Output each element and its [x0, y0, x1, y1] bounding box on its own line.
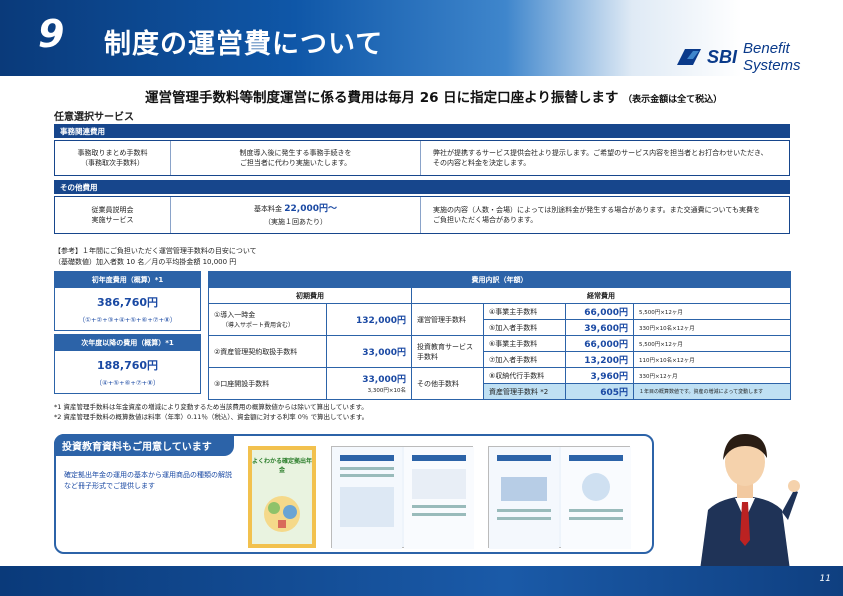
- seminar-service-name: 従業員説明会 実施サービス: [55, 197, 171, 233]
- promo-text: 確定拠出年金の運用の基本から運用商品の種類の解説など冊子形式でご提供します: [64, 471, 232, 491]
- recurring-item-calc: 330円×12ヶ月: [633, 367, 791, 384]
- recurring-item-value: 605円: [565, 383, 634, 400]
- recurring-item-calc: 330円×10名×12ヶ月: [633, 319, 791, 336]
- initial-item-name: ①導入一時金 （導入サポート費用含む）: [208, 303, 327, 336]
- footnote-2: *2 資産管理手数料の概算数値は料率（年率）0.11％（税込）、資金額に対する利…: [54, 413, 369, 422]
- cost-breakdown-table: 費用内訳（年額） 初期費用 経常費用 ①導入一時金 （導入サポート費用含む） 13…: [208, 271, 791, 400]
- booklet-spread-image-1: [331, 446, 474, 549]
- recurring-group-name: 投資教育サービス手数料: [411, 335, 484, 368]
- first-year-formula: （①+②+③+④+⑤+⑥+⑦+⑧）: [78, 316, 177, 324]
- booklet-cover-image: よくわかる確定拠出年金: [248, 446, 316, 548]
- first-year-summary: 初年度費用（概算）*1 386,760円 （①+②+③+④+⑤+⑥+⑦+⑧）: [54, 271, 201, 331]
- booklet-title: よくわかる確定拠出年金: [252, 458, 313, 474]
- recurring-group-name: その他手数料: [411, 367, 484, 400]
- office-service-desc: 制度導入後に発生する事務手続きを ご担当者に代わり実施いたします。: [171, 141, 421, 175]
- footer-band: [0, 566, 843, 596]
- initial-cost-head: 初期費用: [208, 287, 412, 304]
- recurring-item-calc: 5,500円×12ヶ月: [633, 303, 791, 320]
- recurring-item-label: ⑦加入者手数料: [483, 351, 566, 368]
- office-costs-bar: 事務関連費用: [54, 124, 790, 138]
- company-logo: SBI Benefit Systems: [675, 40, 843, 74]
- seminar-price-line: 基本料金 22,000円〜: [254, 203, 337, 217]
- next-year-value: 188,760円: [96, 359, 159, 372]
- seminar-note-line1: 実施の内容（人数・会場）によっては別途料金が発生する場合があります。また交通費に…: [433, 205, 761, 214]
- header-banner: 9 制度の運営費について SBI Benefit Systems: [0, 0, 843, 76]
- next-year-head: 次年度以降の費用（概算）*1: [55, 335, 200, 351]
- initial-item-label: ①導入一時金: [214, 311, 256, 319]
- section-number: 9: [38, 12, 65, 56]
- footnote-1: *1 資産管理手数料は年金資産の増減により変動するため当該費用の概算数値からは除…: [54, 403, 368, 411]
- reference-line1: 【参考】１年間にご負担いただく運営管理手数料の目安について: [54, 247, 257, 255]
- office-note-line2: その内容と料金を決定します。: [433, 159, 531, 167]
- recurring-item-value: 39,600円: [565, 319, 634, 336]
- recurring-cost-head: 経常費用: [411, 287, 791, 304]
- recurring-item-value: 13,200円: [565, 351, 634, 368]
- office-service-name: 事務取りまとめ手数料 （事務取次手数料）: [55, 141, 171, 175]
- sbi-mark-icon: [675, 47, 703, 67]
- next-year-formula: （④+⑤+⑥+⑦+⑧）: [95, 379, 160, 387]
- seminar-note-line2: ご負担いただく場合があります。: [433, 216, 538, 224]
- recurring-item-calc: 110円×10名×12ヶ月: [633, 351, 791, 368]
- page-number: 11: [819, 574, 831, 584]
- booklet-spread-image-2: [488, 446, 631, 549]
- seminar-name-line1: 従業員説明会: [91, 205, 134, 214]
- initial-item-calc: 3,300円×10名: [367, 388, 406, 394]
- recurring-item-value: 3,960円: [565, 367, 634, 384]
- office-name-line2: （事務取次手数料）: [81, 159, 144, 167]
- seminar-price-prefix: 基本料金: [254, 205, 283, 213]
- other-costs-row: 従業員説明会 実施サービス 基本料金 22,000円〜 （実施１回あたり） 実施…: [54, 196, 790, 234]
- logo-company-text: Benefit Systems: [743, 40, 801, 74]
- footnotes: *1 資産管理手数料は年金資産の増減により変動するため当該費用の概算数値からは除…: [54, 402, 368, 423]
- recurring-item-calc: 5,500円×12ヶ月: [633, 335, 791, 352]
- recurring-item-label: 資産管理手数料 *2: [483, 383, 566, 400]
- promo-tag: 投資教育資料もご用意しています: [54, 434, 234, 456]
- office-desc-line1: 制度導入後に発生する事務手続きを: [239, 148, 352, 157]
- recurring-item-value: 66,000円: [565, 335, 634, 352]
- office-desc-line2: ご担当者に代わり実施いたします。: [239, 159, 352, 167]
- reference-block: 【参考】１年間にご負担いただく運営管理手数料の目安について （基礎数値）加入者数…: [54, 246, 257, 268]
- office-service-note: 弊社が提携するサービス提供会社より提示します。ご希望のサービス内容を担当者とお打…: [421, 141, 789, 175]
- recurring-item-label: ⑧収納代行手数料: [483, 367, 566, 384]
- initial-item-value: 33,000円: [326, 335, 412, 368]
- recurring-item-label: ⑤加入者手数料: [483, 319, 566, 336]
- headline-tax-note: （表示金額は全て税込）: [623, 95, 723, 105]
- office-costs-row: 事務取りまとめ手数料 （事務取次手数料） 制度導入後に発生する事務手続きを ご担…: [54, 140, 790, 176]
- office-name-line1: 事務取りまとめ手数料: [77, 148, 148, 157]
- initial-item-sub: （導入サポート費用含む）: [222, 322, 295, 329]
- seminar-service-note: 実施の内容（人数・会場）によっては別途料金が発生する場合があります。また交通費に…: [421, 197, 789, 233]
- next-year-summary: 次年度以降の費用（概算）*1 188,760円 （④+⑤+⑥+⑦+⑧）: [54, 334, 201, 394]
- other-costs-bar: その他費用: [54, 180, 790, 194]
- first-year-value: 386,760円: [96, 296, 159, 309]
- initial-item-value: 33,000円 3,300円×10名: [326, 367, 412, 400]
- recurring-item-label: ④事業主手数料: [483, 303, 566, 320]
- initial-item-amount: 33,000円: [362, 375, 406, 385]
- logo-sbi-text: SBI: [707, 46, 738, 67]
- seminar-price-value: 22,000円〜: [284, 204, 337, 214]
- office-note-line1: 弊社が提携するサービス提供会社より提示します。ご希望のサービス内容を担当者とお打…: [433, 148, 768, 157]
- recurring-item-label: ⑥事業主手数料: [483, 335, 566, 352]
- first-year-head: 初年度費用（概算）*1: [55, 272, 200, 288]
- seminar-price-sub: （実施１回あたり）: [264, 217, 327, 226]
- seminar-service-price: 基本料金 22,000円〜 （実施１回あたり）: [171, 197, 421, 233]
- headline: 運営管理手数料等制度運営に係る費用は毎月 26 日に指定口座より振替します （表…: [145, 86, 722, 106]
- seminar-name-line2: 実施サービス: [91, 216, 134, 224]
- breakdown-header: 費用内訳（年額）: [208, 271, 791, 288]
- recurring-item-calc: １年目の概算数値です。資産の増減によって変動します: [633, 383, 791, 400]
- businessman-illustration: [690, 420, 800, 570]
- initial-item-name: ③口座開設手数料: [208, 367, 327, 400]
- headline-main: 運営管理手数料等制度運営に係る費用は毎月 26 日に指定口座より振替します: [145, 90, 619, 106]
- page-title: 制度の運営費について: [104, 29, 384, 60]
- initial-item-name: ②資産管理契約取扱手数料: [208, 335, 327, 368]
- initial-item-value: 132,000円: [326, 303, 412, 336]
- education-material-panel: 投資教育資料もご用意しています 確定拠出年金の運用の基本から運用商品の種類の解説…: [54, 434, 654, 554]
- recurring-group-name: 運営管理手数料: [411, 303, 484, 336]
- recurring-item-value: 66,000円: [565, 303, 634, 320]
- reference-line2: （基礎数値）加入者数 10 名／月の平均掛金額 10,000 円: [54, 257, 237, 266]
- optional-services-label: 任意選択サービス: [54, 112, 134, 123]
